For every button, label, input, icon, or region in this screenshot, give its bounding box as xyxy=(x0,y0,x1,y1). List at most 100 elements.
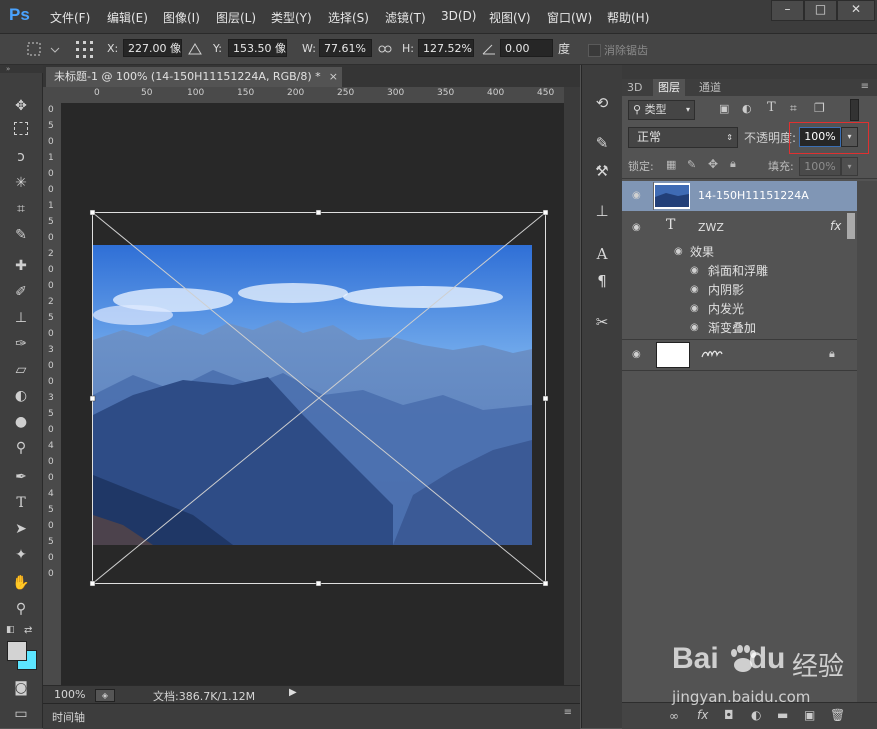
menu-image[interactable]: 图像(I) xyxy=(163,9,200,26)
proof-icon[interactable]: ◈ xyxy=(95,689,115,702)
lock-transparent-icon[interactable]: ▦ xyxy=(666,158,676,171)
vertical-ruler[interactable]: 0 5 0 1 0 0 1 5 0 2 0 0 2 5 0 3 0 0 3 5 0 4 0 0 4 5 0 5 0 0 xyxy=(43,103,62,685)
brush-tool-icon[interactable]: ✐ xyxy=(9,281,33,303)
menu-filter[interactable]: 滤镜(T) xyxy=(385,9,426,26)
effect-item[interactable]: 内发光 xyxy=(708,300,744,317)
character-panel-icon[interactable]: A xyxy=(590,242,614,266)
y-field[interactable]: 153.50 像 xyxy=(228,39,287,57)
zoom-level[interactable]: 100% xyxy=(54,688,85,701)
path-selection-tool-icon[interactable]: ➤ xyxy=(9,518,33,540)
close-document-icon[interactable]: × xyxy=(329,67,338,87)
vertical-scrollbar[interactable] xyxy=(564,87,580,685)
tool-presets-2-icon[interactable]: ✂ xyxy=(590,310,614,334)
visibility-eye-icon[interactable]: ◉ xyxy=(690,285,704,295)
tab-channels[interactable]: 通道 xyxy=(694,79,726,96)
menu-3d[interactable]: 3D(D) xyxy=(441,9,476,23)
quick-mask-icon[interactable]: ◙ xyxy=(9,677,33,699)
menu-select[interactable]: 选择(S) xyxy=(328,9,369,26)
lasso-tool-icon[interactable]: ↄ xyxy=(9,146,33,168)
blur-tool-icon[interactable]: ● xyxy=(9,411,33,433)
layer-row-text[interactable]: ◉ T ZWZ fx ◉ 效果 ◉ 斜面和浮雕 ◉ 内阴影 ◉ 内发光 ◉ 渐变… xyxy=(622,211,857,339)
link-icon[interactable] xyxy=(378,44,392,54)
filter-toggle[interactable] xyxy=(850,99,859,121)
blend-mode-dropdown[interactable]: 正常 ⇕ xyxy=(628,127,738,148)
effect-item[interactable]: 斜面和浮雕 xyxy=(708,262,768,279)
filter-adjustment-icon[interactable]: ◐ xyxy=(742,102,752,115)
paragraph-panel-icon[interactable]: ¶ xyxy=(590,269,614,293)
filter-image-icon[interactable]: ▣ xyxy=(719,102,729,115)
opacity-field[interactable]: 100% xyxy=(799,127,841,147)
angle-field[interactable]: 0.00 xyxy=(500,39,553,57)
width-field[interactable]: 77.61% xyxy=(319,39,372,57)
custom-shape-tool-icon[interactable]: ✦ xyxy=(9,544,33,566)
filter-type-icon[interactable]: T xyxy=(767,100,776,115)
pen-tool-icon[interactable]: ✒ xyxy=(9,466,33,488)
brush-presets-icon[interactable]: ✎ xyxy=(590,131,614,155)
tool-presets-icon[interactable]: ⚒ xyxy=(590,159,614,183)
clone-source-icon[interactable]: ⊥ xyxy=(590,199,614,223)
magic-wand-tool-icon[interactable]: ✳ xyxy=(9,172,33,194)
fx-badge[interactable]: fx xyxy=(830,219,841,233)
filter-kind-dropdown[interactable]: ⚲ 类型 ▾ xyxy=(628,100,695,120)
layer-row-image[interactable]: ◉ 14-150H11151224A xyxy=(622,181,857,211)
crop-tool-icon[interactable]: ⌗ xyxy=(9,198,33,220)
status-menu-arrow-icon[interactable]: ▶ xyxy=(289,687,297,698)
swap-colors-icon[interactable]: ⇄ xyxy=(24,625,38,639)
menu-layer[interactable]: 图层(L) xyxy=(216,9,256,26)
menu-type[interactable]: 类型(Y) xyxy=(271,9,312,26)
zoom-tool-icon[interactable]: ⚲ xyxy=(9,598,33,620)
menu-window[interactable]: 窗口(W) xyxy=(547,9,592,26)
layers-scrollbar[interactable] xyxy=(857,181,877,702)
dodge-tool-icon[interactable]: ⚲ xyxy=(9,437,33,459)
opacity-slider-button[interactable]: ▾ xyxy=(841,127,858,147)
eyedropper-tool-icon[interactable]: ✎ xyxy=(9,224,33,246)
tab-3d[interactable]: 3D xyxy=(622,79,647,96)
history-panel-icon[interactable]: ⟲ xyxy=(590,91,614,115)
effect-item[interactable]: 渐变叠加 xyxy=(708,319,756,336)
menu-file[interactable]: 文件(F) xyxy=(50,9,90,26)
visibility-eye-icon[interactable]: ◉ xyxy=(690,304,704,314)
delta-icon[interactable] xyxy=(188,43,202,55)
fill-field[interactable]: 100% xyxy=(799,157,841,176)
move-tool-icon[interactable]: ✥ xyxy=(9,95,33,117)
filter-smart-object-icon[interactable]: ❐ xyxy=(814,101,825,115)
visibility-eye-icon[interactable]: ◉ xyxy=(690,323,704,333)
filter-shape-icon[interactable]: ⌗ xyxy=(790,101,797,116)
layers-menu-icon[interactable]: ≡ xyxy=(861,81,869,92)
layer-row-background[interactable]: ◉ 🔒︎ xyxy=(622,340,857,370)
visibility-eye-icon[interactable]: ◉ xyxy=(674,247,688,257)
fill-slider-button[interactable]: ▾ xyxy=(841,157,858,176)
clone-stamp-tool-icon[interactable]: ⊥ xyxy=(9,307,33,329)
foreground-color-swatch[interactable] xyxy=(7,641,27,661)
menu-help[interactable]: 帮助(H) xyxy=(607,9,649,26)
eraser-tool-icon[interactable]: ▱ xyxy=(9,359,33,381)
hand-tool-icon[interactable]: ✋ xyxy=(9,572,33,594)
restore-button[interactable]: □ xyxy=(804,0,837,21)
panel-menu-icon[interactable]: ≡ xyxy=(564,707,572,718)
visibility-eye-icon[interactable]: ◉ xyxy=(632,191,646,201)
transform-tool-icon[interactable] xyxy=(25,40,61,58)
type-tool-icon[interactable]: T xyxy=(9,492,33,514)
screen-mode-icon[interactable]: ▭ xyxy=(9,703,33,725)
horizontal-ruler[interactable]: 0 50 100 150 200 250 300 350 400 450 xyxy=(61,87,564,104)
collapse-toolbar-icon[interactable]: » xyxy=(0,65,48,73)
lock-position-icon[interactable]: ✥ xyxy=(708,157,718,171)
close-button[interactable]: ✕ xyxy=(837,0,875,21)
default-colors-icon[interactable]: ◧ xyxy=(6,625,20,639)
effect-item[interactable]: 内阴影 xyxy=(708,281,744,298)
minimize-button[interactable]: – xyxy=(771,0,804,21)
visibility-eye-icon[interactable]: ◉ xyxy=(632,223,646,233)
marquee-tool-icon[interactable] xyxy=(9,120,33,142)
document-tab[interactable]: 未标题-1 @ 100% (14-150H11151224A, RGB/8) *… xyxy=(46,67,342,87)
height-field[interactable]: 127.52% xyxy=(418,39,474,57)
antialias-checkbox[interactable] xyxy=(588,44,601,57)
tab-layers[interactable]: 图层 xyxy=(653,79,685,96)
lock-pixels-icon[interactable]: ✎ xyxy=(687,158,696,171)
layer-name[interactable]: ZWZ xyxy=(698,221,724,234)
layers-scrollbar-thumb[interactable] xyxy=(847,213,855,239)
history-brush-tool-icon[interactable]: ✑ xyxy=(9,333,33,355)
visibility-eye-icon[interactable]: ◉ xyxy=(632,350,646,360)
menu-view[interactable]: 视图(V) xyxy=(489,9,531,26)
x-field[interactable]: 227.00 像 xyxy=(123,39,182,57)
menu-edit[interactable]: 编辑(E) xyxy=(107,9,148,26)
